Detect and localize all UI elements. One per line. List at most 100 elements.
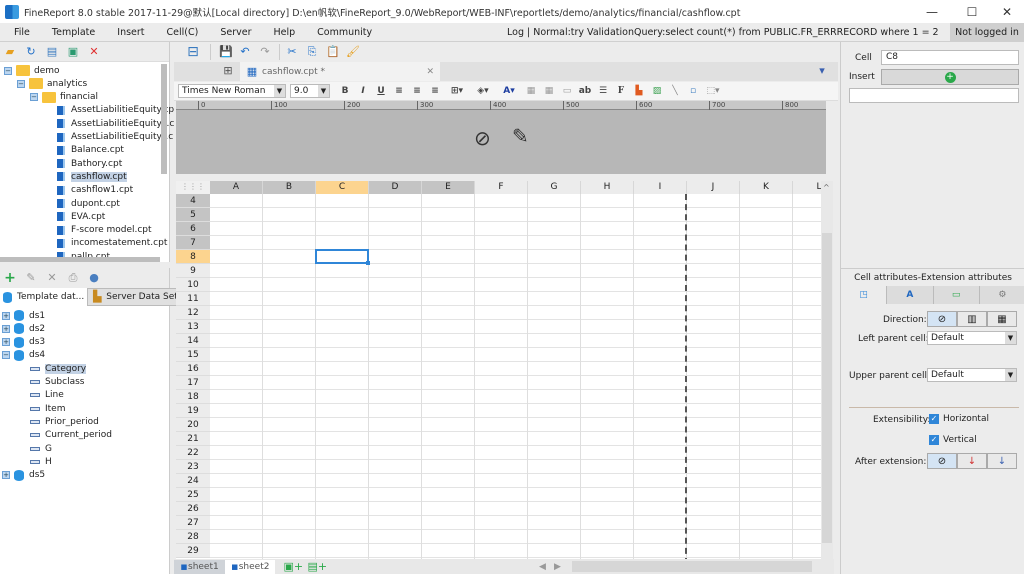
menu-server[interactable]: Server <box>209 27 262 38</box>
dataset-field[interactable]: Item <box>30 402 66 415</box>
undo-icon[interactable]: ↶ <box>239 46 251 58</box>
expand-icon[interactable]: + <box>2 471 10 480</box>
row-header[interactable]: 27 <box>176 516 210 530</box>
tree-file[interactable]: Bathory.cpt <box>57 157 122 170</box>
row-header[interactable]: 20 <box>176 418 210 432</box>
new-template-icon[interactable]: ⊞ <box>222 65 234 77</box>
menu-template[interactable]: Template <box>41 27 106 38</box>
template-menu-icon[interactable]: ▾ <box>816 65 828 77</box>
fill-color-icon[interactable]: ◈▾ <box>470 86 496 96</box>
tree-file[interactable]: incomestatement.cpt <box>57 237 167 250</box>
dataset-field[interactable]: Current_period <box>30 429 112 442</box>
row-header[interactable]: 11 <box>176 292 210 306</box>
column-header[interactable]: A <box>210 181 263 194</box>
dataset-field[interactable]: H <box>30 455 52 468</box>
underline-icon[interactable]: U <box>372 86 390 96</box>
document-tab[interactable]: ▦ cashflow.cpt * ✕ <box>240 62 440 81</box>
dataset-item[interactable]: − ds4 <box>2 349 45 362</box>
dataset-field[interactable]: Line <box>30 389 64 402</box>
image-icon[interactable]: ▨ <box>648 86 666 96</box>
row-header[interactable]: 16 <box>176 362 210 376</box>
formula-icon[interactable]: F <box>612 86 630 96</box>
close-button[interactable]: ✕ <box>990 0 1024 23</box>
tab-other-icon[interactable]: ⚙ <box>978 286 1024 304</box>
menu-help[interactable]: Help <box>262 27 306 38</box>
tree-file[interactable]: dupont.cpt <box>57 197 120 210</box>
tree-file[interactable]: Balance.cpt <box>57 144 124 157</box>
sheet-tab-sheet1[interactable]: ▪ sheet1 <box>174 559 225 574</box>
selected-cell[interactable] <box>315 249 370 265</box>
collapse-icon[interactable]: − <box>2 351 10 360</box>
align-center-icon[interactable]: ≡ <box>408 86 426 96</box>
text-icon[interactable]: ab <box>576 86 594 96</box>
expand-icon[interactable]: + <box>2 324 10 333</box>
merge-cells-icon[interactable]: ▦ <box>522 86 540 96</box>
row-header[interactable]: 29 <box>176 544 210 558</box>
collapse-icon[interactable]: − <box>30 93 38 102</box>
column-header[interactable]: E <box>422 181 475 194</box>
column-header[interactable]: H <box>581 181 634 194</box>
tab-condition-icon[interactable]: ▭ <box>932 286 979 304</box>
expand-icon[interactable]: + <box>2 311 10 320</box>
row-header[interactable]: 10 <box>176 278 210 292</box>
sort-ascending-button[interactable]: ↓ <box>957 453 987 469</box>
direction-none-button[interactable]: ⊘ <box>927 311 957 327</box>
left-parent-select[interactable]: Default ▼ <box>927 331 1017 345</box>
lock-template-icon[interactable]: ▣ <box>67 45 79 58</box>
vertical-checkbox[interactable]: ✓ Vertical <box>929 435 977 445</box>
tree-file[interactable]: AssetLiabilitieEquity.cp <box>57 104 174 117</box>
column-header[interactable]: L <box>793 181 821 194</box>
row-header[interactable]: 6 <box>176 222 210 236</box>
upper-parent-select[interactable]: Default ▼ <box>927 368 1017 382</box>
tree-file[interactable]: EVA.cpt <box>57 210 105 223</box>
column-header[interactable]: G <box>528 181 581 194</box>
tree-file[interactable]: cashflow1.cpt <box>57 184 133 197</box>
font-size-select[interactable]: 9.0 ▼ <box>290 84 330 98</box>
row-header[interactable]: 23 <box>176 460 210 474</box>
rich-text-icon[interactable]: ☰ <box>594 86 612 96</box>
select-all-corner[interactable]: ⋮⋮⋮ <box>176 181 210 194</box>
menu-insert[interactable]: Insert <box>106 27 155 38</box>
dataset-item[interactable]: + ds1 <box>2 309 45 322</box>
direction-horizontal-button[interactable]: ▦ <box>987 311 1017 327</box>
tree-folder[interactable]: − analytics <box>17 77 87 90</box>
dataset-field[interactable]: G <box>30 442 52 455</box>
menu-file[interactable]: File <box>0 27 41 38</box>
copy-icon[interactable]: ⎘ <box>306 46 318 58</box>
server-dataset-icon[interactable]: ● <box>88 272 100 284</box>
align-right-icon[interactable]: ≡ <box>426 86 444 96</box>
scroll-right-sheet-icon[interactable]: ▶ <box>554 562 561 572</box>
grid-scrollbar-horizontal[interactable] <box>572 561 812 572</box>
row-header[interactable]: 9 <box>176 264 210 278</box>
row-header[interactable]: 15 <box>176 348 210 362</box>
tree-folder[interactable]: − demo <box>4 64 60 77</box>
column-header[interactable]: K <box>740 181 793 194</box>
dataset-field[interactable]: Subclass <box>30 376 84 389</box>
cell-element-icon[interactable]: ⬚▾ <box>702 86 724 96</box>
preview-template-icon[interactable]: ⊟ <box>184 45 202 59</box>
dataset-item[interactable]: + ds3 <box>2 336 45 349</box>
tree-file[interactable]: cashflow.cpt <box>57 170 127 183</box>
column-header[interactable]: F <box>475 181 528 194</box>
unmerge-cells-icon[interactable]: ▦ <box>540 86 558 96</box>
column-header[interactable]: D <box>369 181 422 194</box>
row-header[interactable]: 12 <box>176 306 210 320</box>
column-header[interactable]: I <box>634 181 687 194</box>
border-icon[interactable]: ⊞▾ <box>444 86 470 96</box>
row-header[interactable]: 24 <box>176 474 210 488</box>
collapse-icon[interactable]: − <box>17 79 25 88</box>
row-header[interactable]: 7 <box>176 236 210 250</box>
row-header[interactable]: 25 <box>176 488 210 502</box>
sort-descending-button[interactable]: ↓ <box>987 453 1017 469</box>
column-header[interactable]: C <box>316 181 369 194</box>
slash-icon[interactable]: ╲ <box>666 86 684 96</box>
tree-scrollbar-vertical[interactable] <box>161 64 167 174</box>
dataset-field[interactable]: Category <box>30 362 87 375</box>
maximize-button[interactable]: ☐ <box>955 0 989 23</box>
tree-file[interactable]: AssetLiabilitieEquityt.c <box>57 131 173 144</box>
dataset-item[interactable]: + ds5 <box>2 469 45 482</box>
redo-icon[interactable]: ↷ <box>259 46 271 58</box>
tab-server-dataset[interactable]: ▙ Server Data Set <box>87 288 182 306</box>
refresh-icon[interactable]: ↻ <box>25 45 37 58</box>
cut-icon[interactable]: ✂ <box>286 46 298 58</box>
